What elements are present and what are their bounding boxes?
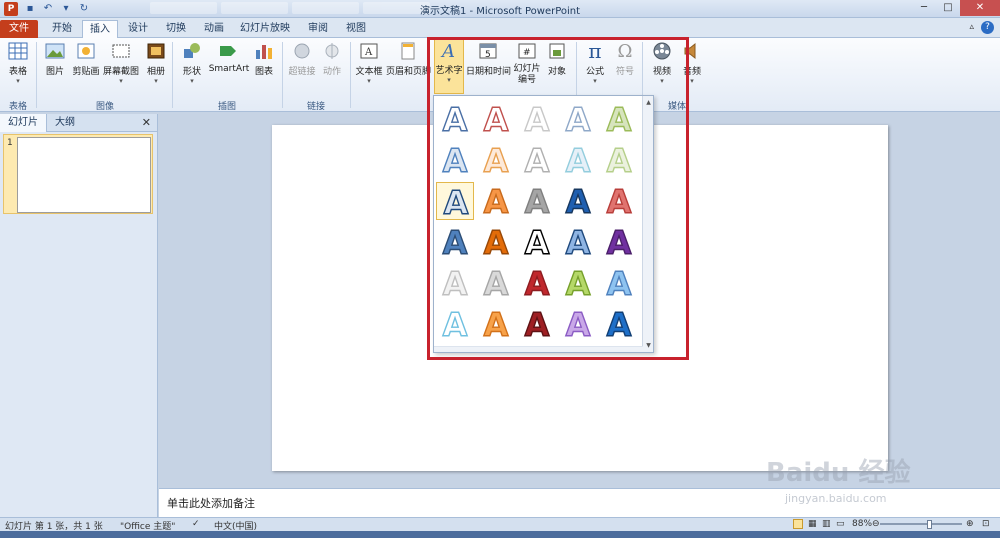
spellcheck-icon[interactable]: ✓ bbox=[192, 519, 200, 529]
status-bar: 幻灯片 第 1 张，共 1 张 "Office 主题" ✓ 中文(中国) ▦ ▥… bbox=[0, 517, 1000, 532]
reading-view-icon[interactable]: ▥ bbox=[822, 519, 831, 529]
group-separator bbox=[282, 42, 283, 108]
table-icon bbox=[7, 40, 29, 62]
tab-slides[interactable]: 幻灯片 bbox=[0, 114, 47, 132]
slide-thumbnail-selected[interactable]: 1 bbox=[3, 134, 153, 214]
action-button[interactable]: 动作 bbox=[320, 40, 344, 77]
shapes-button[interactable]: 形状 ▾ bbox=[178, 40, 206, 85]
group-separator bbox=[36, 42, 37, 108]
textbox-button[interactable]: A 文本框 ▾ bbox=[354, 40, 384, 85]
close-icon[interactable]: ✕ bbox=[142, 116, 151, 129]
tab-home[interactable]: 开始 bbox=[44, 20, 80, 38]
fit-to-window-icon[interactable]: ⊡ bbox=[982, 519, 990, 529]
minimize-button[interactable]: ─ bbox=[912, 0, 936, 16]
zoom-slider[interactable] bbox=[880, 523, 962, 525]
tab-outline[interactable]: 大纲 bbox=[47, 114, 83, 132]
svg-text:A: A bbox=[364, 47, 373, 58]
slide-thumbnail[interactable] bbox=[17, 137, 151, 213]
screenshot-button[interactable]: 屏幕截图 ▾ bbox=[102, 40, 140, 85]
notes-placeholder[interactable]: 单击此处添加备注 bbox=[167, 495, 255, 511]
shapes-icon bbox=[181, 40, 203, 62]
picture-button[interactable]: 图片 bbox=[42, 40, 68, 77]
textbox-icon: A bbox=[358, 40, 380, 62]
slide-thumbnail-number: 1 bbox=[7, 138, 13, 148]
maximize-button[interactable]: □ bbox=[936, 0, 960, 16]
window-controls: ─ □ ✕ bbox=[912, 0, 1000, 16]
watermark-logo: Baidu 经验 bbox=[766, 458, 911, 488]
zoom-out-icon[interactable]: ⊖ bbox=[872, 519, 880, 529]
title-bar: P ▪ ↶ ▾ ↻ 演示文稿1 - Microsoft PowerPoint ─… bbox=[0, 0, 1000, 18]
group-label-images: 图像 bbox=[95, 102, 114, 112]
slideshow-icon[interactable]: ▭ bbox=[836, 519, 845, 529]
album-icon bbox=[145, 40, 167, 62]
help-icon[interactable]: ? bbox=[981, 21, 994, 34]
tab-design[interactable]: 设计 bbox=[120, 20, 156, 38]
slide-sorter-icon[interactable]: ▦ bbox=[808, 519, 817, 529]
close-button[interactable]: ✕ bbox=[960, 0, 1000, 16]
tab-slideshow[interactable]: 幻灯片放映 bbox=[234, 20, 296, 38]
tab-insert[interactable]: 插入 bbox=[82, 20, 118, 38]
watermark-url: jingyan.baidu.com bbox=[785, 492, 887, 505]
tab-transitions[interactable]: 切换 bbox=[158, 20, 194, 38]
tab-animations[interactable]: 动画 bbox=[196, 20, 232, 38]
screenshot-icon bbox=[110, 40, 132, 62]
tab-review[interactable]: 审阅 bbox=[300, 20, 336, 38]
group-label-illustrations: 插图 bbox=[217, 102, 236, 112]
group-label-links: 链接 bbox=[306, 102, 325, 112]
group-separator bbox=[172, 42, 173, 108]
window-title: 演示文稿1 - Microsoft PowerPoint bbox=[419, 6, 581, 17]
clipart-icon bbox=[75, 40, 97, 62]
clipart-button[interactable]: 剪贴画 bbox=[72, 40, 100, 77]
minimize-ribbon-icon[interactable]: ▵ bbox=[969, 22, 974, 32]
tab-view[interactable]: 视图 bbox=[338, 20, 374, 38]
ribbon-tabs: 文件 开始 插入 设计 切换 动画 幻灯片放映 审阅 视图 ▵ ? bbox=[0, 18, 1000, 38]
zoom-slider-handle[interactable] bbox=[927, 520, 932, 529]
chart-icon bbox=[253, 40, 275, 62]
album-button[interactable]: 相册 ▾ bbox=[144, 40, 168, 85]
group-label-tables: 表格 bbox=[8, 102, 27, 112]
zoom-level[interactable]: 88% bbox=[852, 519, 872, 529]
zoom-in-icon[interactable]: ⊕ bbox=[966, 519, 974, 529]
group-separator bbox=[350, 42, 351, 108]
panel-tabs: 幻灯片 大纲 ✕ bbox=[0, 114, 157, 132]
slides-panel: 幻灯片 大纲 ✕ 1 bbox=[0, 114, 158, 517]
taskbar bbox=[0, 531, 1000, 538]
header-footer-button[interactable]: 页眉和页脚 bbox=[386, 40, 431, 77]
chart-button[interactable]: 图表 bbox=[252, 40, 276, 77]
hyperlink-icon bbox=[291, 40, 313, 62]
action-icon bbox=[321, 40, 343, 62]
smartart-button[interactable]: SmartArt bbox=[208, 40, 250, 74]
highlight-annotation bbox=[427, 37, 689, 360]
table-button[interactable]: 表格 ▾ bbox=[4, 40, 32, 85]
hyperlink-button[interactable]: 超链接 bbox=[288, 40, 316, 77]
picture-icon bbox=[44, 40, 66, 62]
smartart-icon bbox=[218, 40, 240, 62]
tab-file[interactable]: 文件 bbox=[0, 20, 38, 38]
header-footer-icon bbox=[397, 40, 419, 62]
normal-view-icon[interactable] bbox=[793, 519, 803, 529]
